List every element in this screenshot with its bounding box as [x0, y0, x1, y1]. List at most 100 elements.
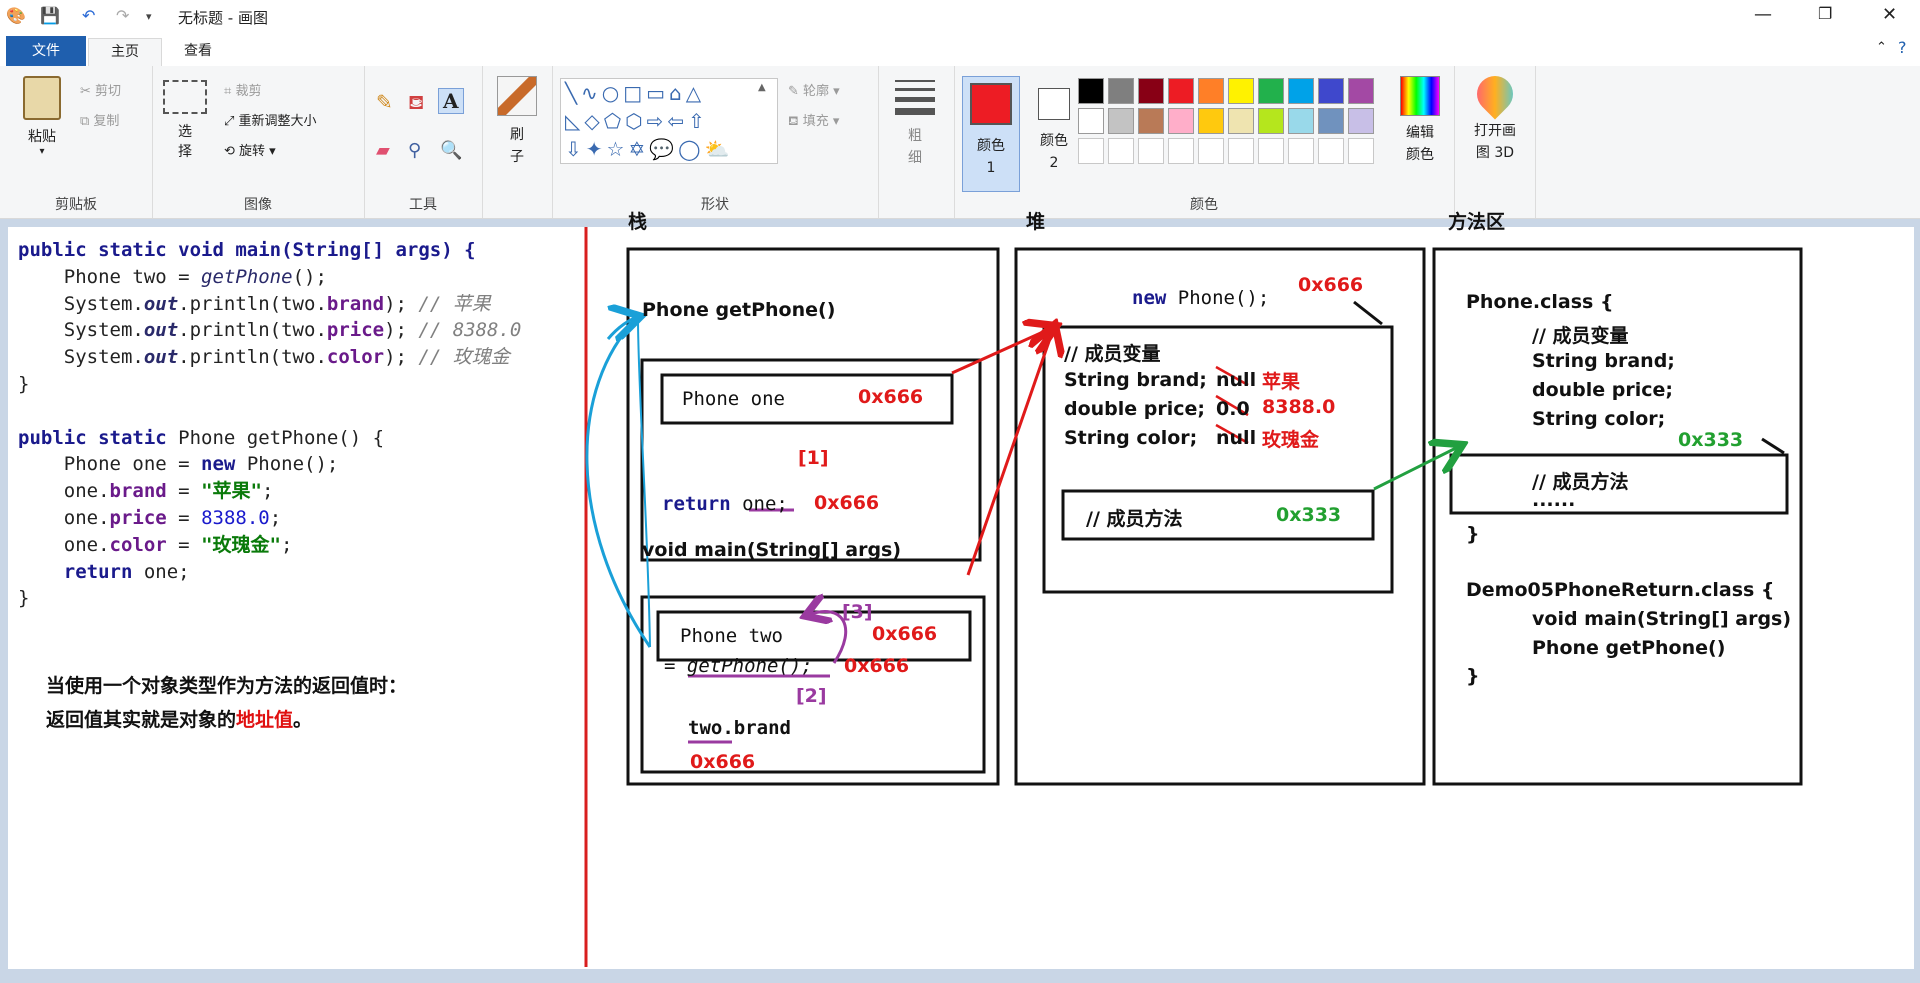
return-statement: return one;	[662, 493, 788, 515]
color-swatch[interactable]	[1078, 138, 1104, 164]
canvas-area: public static void main(String[] args) {…	[0, 211, 1920, 983]
clipboard-icon	[23, 76, 61, 120]
class-methods-addr: 0x333	[1678, 429, 1744, 451]
color-picker-icon[interactable]: ⚲	[408, 140, 421, 161]
crop-button[interactable]: ⌗ 裁剪	[224, 80, 261, 99]
color-swatch[interactable]	[1228, 108, 1254, 134]
undo-icon[interactable]: ↶	[82, 6, 95, 25]
colors-group: 颜色 1 颜色 2 编辑颜色 颜色	[954, 66, 1454, 218]
cut-button[interactable]: ✂ 剪切	[80, 80, 121, 99]
step3-label: [3]	[842, 601, 873, 623]
text-tool-icon[interactable]: A	[438, 88, 464, 114]
customize-qat-icon[interactable]: ▾	[146, 10, 152, 23]
tab-home[interactable]: 主页	[88, 38, 162, 67]
outline-button[interactable]: ✎ 轮廓 ▾	[788, 80, 840, 99]
color-swatch[interactable]	[1108, 78, 1134, 104]
demo-class-header: Demo05PhoneReturn.class {	[1466, 579, 1775, 601]
brush-button[interactable]: 刷子	[492, 76, 542, 168]
color-swatch[interactable]	[1318, 138, 1344, 164]
color-swatch[interactable]	[1258, 108, 1284, 134]
phone-class-close: }	[1466, 523, 1480, 545]
copy-icon: ⧉	[80, 114, 94, 129]
ribbon-tabs: 文件 主页 查看 ⌃ ?	[0, 34, 1920, 67]
color-swatch[interactable]	[1318, 78, 1344, 104]
color-swatch[interactable]	[1138, 108, 1164, 134]
color-swatch[interactable]	[1108, 108, 1134, 134]
eraser-icon[interactable]: ▰	[376, 140, 390, 161]
color-swatch[interactable]	[1168, 108, 1194, 134]
color-swatch[interactable]	[1168, 78, 1194, 104]
step3-arrow	[808, 612, 848, 664]
color-swatch[interactable]	[1318, 108, 1344, 134]
demo-main: void main(String[] args)	[1532, 608, 1792, 630]
shapes-row-3-icon: ⇩✦☆✡💬◯⛅	[565, 137, 734, 161]
object-corner-mark	[1353, 300, 1383, 326]
color-swatch[interactable]	[1228, 138, 1254, 164]
pencil-icon[interactable]: ✎	[376, 90, 393, 114]
main-frame-label: void main(String[] args)	[642, 539, 902, 561]
color-swatch[interactable]	[1078, 108, 1104, 134]
help-icon[interactable]: ?	[1898, 38, 1907, 57]
gallery-scroll-icon[interactable]: ▲	[758, 82, 766, 93]
color-swatch[interactable]	[1198, 78, 1224, 104]
fill-icon: ⛾	[788, 114, 803, 129]
fill-bucket-icon[interactable]: ⛾	[408, 90, 424, 117]
color-swatch[interactable]	[1168, 138, 1194, 164]
color-swatch[interactable]	[1228, 78, 1254, 104]
color-swatch[interactable]	[1108, 138, 1134, 164]
heap-price-new: 8388.0	[1262, 396, 1336, 418]
save-icon[interactable]: 💾	[40, 6, 60, 25]
heap-brand: String brand;	[1064, 369, 1207, 391]
demo-getphone: Phone getPhone()	[1532, 637, 1726, 659]
copy-button[interactable]: ⧉ 复制	[80, 110, 119, 129]
shapes-gallery[interactable]: ╲∿○□▭⌂△ ◺◇⬠⬡⇨⇦⇧ ⇩✦☆✡💬◯⛅	[560, 78, 778, 164]
crop-icon: ⌗	[224, 84, 236, 99]
color-swatch[interactable]	[1288, 78, 1314, 104]
phone-one-addr: 0x666	[858, 386, 924, 408]
color-swatch[interactable]	[1288, 108, 1314, 134]
heap-methods-addr: 0x333	[1276, 504, 1342, 526]
paste-button[interactable]: 粘贴 ▾	[14, 76, 70, 157]
shapes-group: ╲∿○□▭⌂△ ◺◇⬠⬡⇨⇦⇧ ⇩✦☆✡💬◯⛅ ▲ ✎ 轮廓 ▾ ⛾ 填充 ▾ …	[552, 66, 879, 218]
selection-icon	[163, 80, 207, 114]
collapse-ribbon-icon[interactable]: ⌃	[1876, 40, 1887, 55]
drawing-canvas[interactable]: public static void main(String[] args) {…	[8, 211, 1914, 969]
resize-button[interactable]: ⤢ 重新调整大小	[224, 110, 317, 129]
open-paint3d-button[interactable]: 打开画图 3D	[1463, 68, 1527, 164]
select-button[interactable]: 选择	[162, 76, 208, 162]
size-button[interactable]: 粗细	[892, 80, 938, 169]
color-swatch[interactable]	[1348, 108, 1374, 134]
window-title: 无标题 - 画图	[178, 9, 268, 27]
title-bar: 🎨 💾 ↶ ↷ ▾ 无标题 - 画图 — ❐ ✕	[0, 0, 1920, 34]
close-button[interactable]: ✕	[1882, 4, 1897, 25]
clipboard-group: 粘贴 ▾ ✂ 剪切 ⧉ 复制 剪贴板	[0, 66, 153, 218]
color-swatch[interactable]	[1348, 78, 1374, 104]
heap-vars-title: // 成员变量	[1064, 343, 1161, 365]
tab-file[interactable]: 文件	[6, 36, 86, 66]
color-swatch[interactable]	[1138, 138, 1164, 164]
rotate-button[interactable]: ⟲ 旋转 ▾	[224, 140, 276, 159]
return-addr: 0x666	[814, 492, 880, 514]
ref-arrow-one	[951, 327, 1054, 375]
color-swatch[interactable]	[1078, 78, 1104, 104]
color-swatch[interactable]	[1258, 78, 1284, 104]
color1-button[interactable]: 颜色 1	[962, 76, 1020, 192]
color-swatch[interactable]	[1288, 138, 1314, 164]
color-swatch[interactable]	[1348, 138, 1374, 164]
color2-button[interactable]: 颜色 2	[1026, 76, 1082, 174]
stack-title: 栈	[628, 211, 648, 233]
magnifier-icon[interactable]: 🔍	[440, 140, 462, 161]
heap-brand-new: 苹果	[1262, 371, 1301, 393]
color-swatch[interactable]	[1138, 78, 1164, 104]
edit-colors-button[interactable]: 编辑颜色	[1392, 76, 1448, 166]
brushes-group: 刷子	[482, 66, 553, 218]
color-swatch[interactable]	[1198, 108, 1224, 134]
redo-icon[interactable]: ↷	[116, 6, 129, 25]
minimize-button[interactable]: —	[1754, 4, 1772, 25]
fill-button[interactable]: ⛾ 填充 ▾	[788, 110, 839, 131]
restore-button[interactable]: ❐	[1818, 4, 1832, 23]
class-brand: String brand;	[1532, 350, 1675, 372]
tab-view[interactable]: 查看	[168, 38, 228, 64]
color-swatch[interactable]	[1198, 138, 1224, 164]
color-swatch[interactable]	[1258, 138, 1284, 164]
